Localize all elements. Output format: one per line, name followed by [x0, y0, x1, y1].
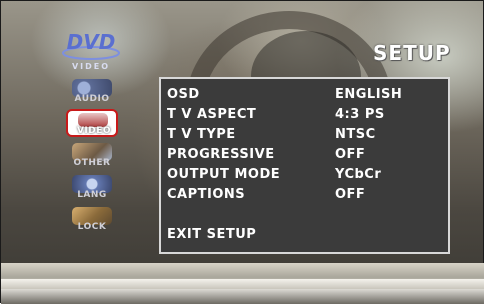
video-icon [78, 113, 108, 127]
sidebar-item-lock[interactable]: LOCK [66, 205, 118, 233]
menu-item-label: T V TYPE [167, 127, 236, 142]
menu-item-value: 4:3 PS [335, 107, 385, 122]
menu-item-captions[interactable]: CAPTIONS OFF [167, 187, 447, 207]
sidebar-item-label: AUDIO [74, 94, 110, 104]
logo-text: DVD [67, 30, 116, 54]
dvd-logo: DVD VIDEO [62, 30, 120, 71]
menu-item-value: OFF [335, 187, 366, 202]
menu-item-label: OUTPUT MODE [167, 167, 281, 182]
menu-item-label: CAPTIONS [167, 187, 246, 202]
menu-item-progressive[interactable]: PROGRESSIVE OFF [167, 147, 447, 167]
menu-item-label: T V ASPECT [167, 107, 257, 122]
sidebar-item-audio[interactable]: AUDIO [66, 77, 118, 105]
menu-item-value: NTSC [335, 127, 376, 142]
sidebar-item-lang[interactable]: LANG [66, 173, 118, 201]
menu-item-label: PROGRESSIVE [167, 147, 275, 162]
dvd-setup-screen: DVD VIDEO SETUP AUDIO VIDEO OTHER LANG L… [0, 0, 484, 304]
sidebar-item-video[interactable]: VIDEO [66, 109, 118, 137]
exit-setup-label: EXIT SETUP [167, 227, 257, 242]
menu-item-osd[interactable]: OSD ENGLISH [167, 87, 447, 107]
sidebar-item-label: LANG [77, 190, 107, 200]
logo-subtext: VIDEO [72, 62, 110, 71]
menu-item-label: OSD [167, 87, 200, 102]
sidebar-item-label: VIDEO [76, 126, 112, 136]
menu-item-tv-aspect[interactable]: T V ASPECT 4:3 PS [167, 107, 447, 127]
sidebar: AUDIO VIDEO OTHER LANG LOCK [66, 77, 118, 237]
menu-item-value: ENGLISH [335, 87, 403, 102]
menu-item-tv-type[interactable]: T V TYPE NTSC [167, 127, 447, 147]
menu-item-output-mode[interactable]: OUTPUT MODE YCbCr [167, 167, 447, 187]
sidebar-item-other[interactable]: OTHER [66, 141, 118, 169]
menu-item-value: OFF [335, 147, 366, 162]
sidebar-item-label: LOCK [77, 222, 107, 232]
bottom-stripe [1, 279, 484, 289]
setup-menu-panel: OSD ENGLISH T V ASPECT 4:3 PS T V TYPE N… [159, 77, 450, 254]
menu-item-value: YCbCr [335, 167, 382, 182]
exit-setup-button[interactable]: EXIT SETUP [167, 227, 447, 247]
sidebar-item-label: OTHER [73, 158, 111, 168]
page-title: SETUP [373, 41, 451, 65]
